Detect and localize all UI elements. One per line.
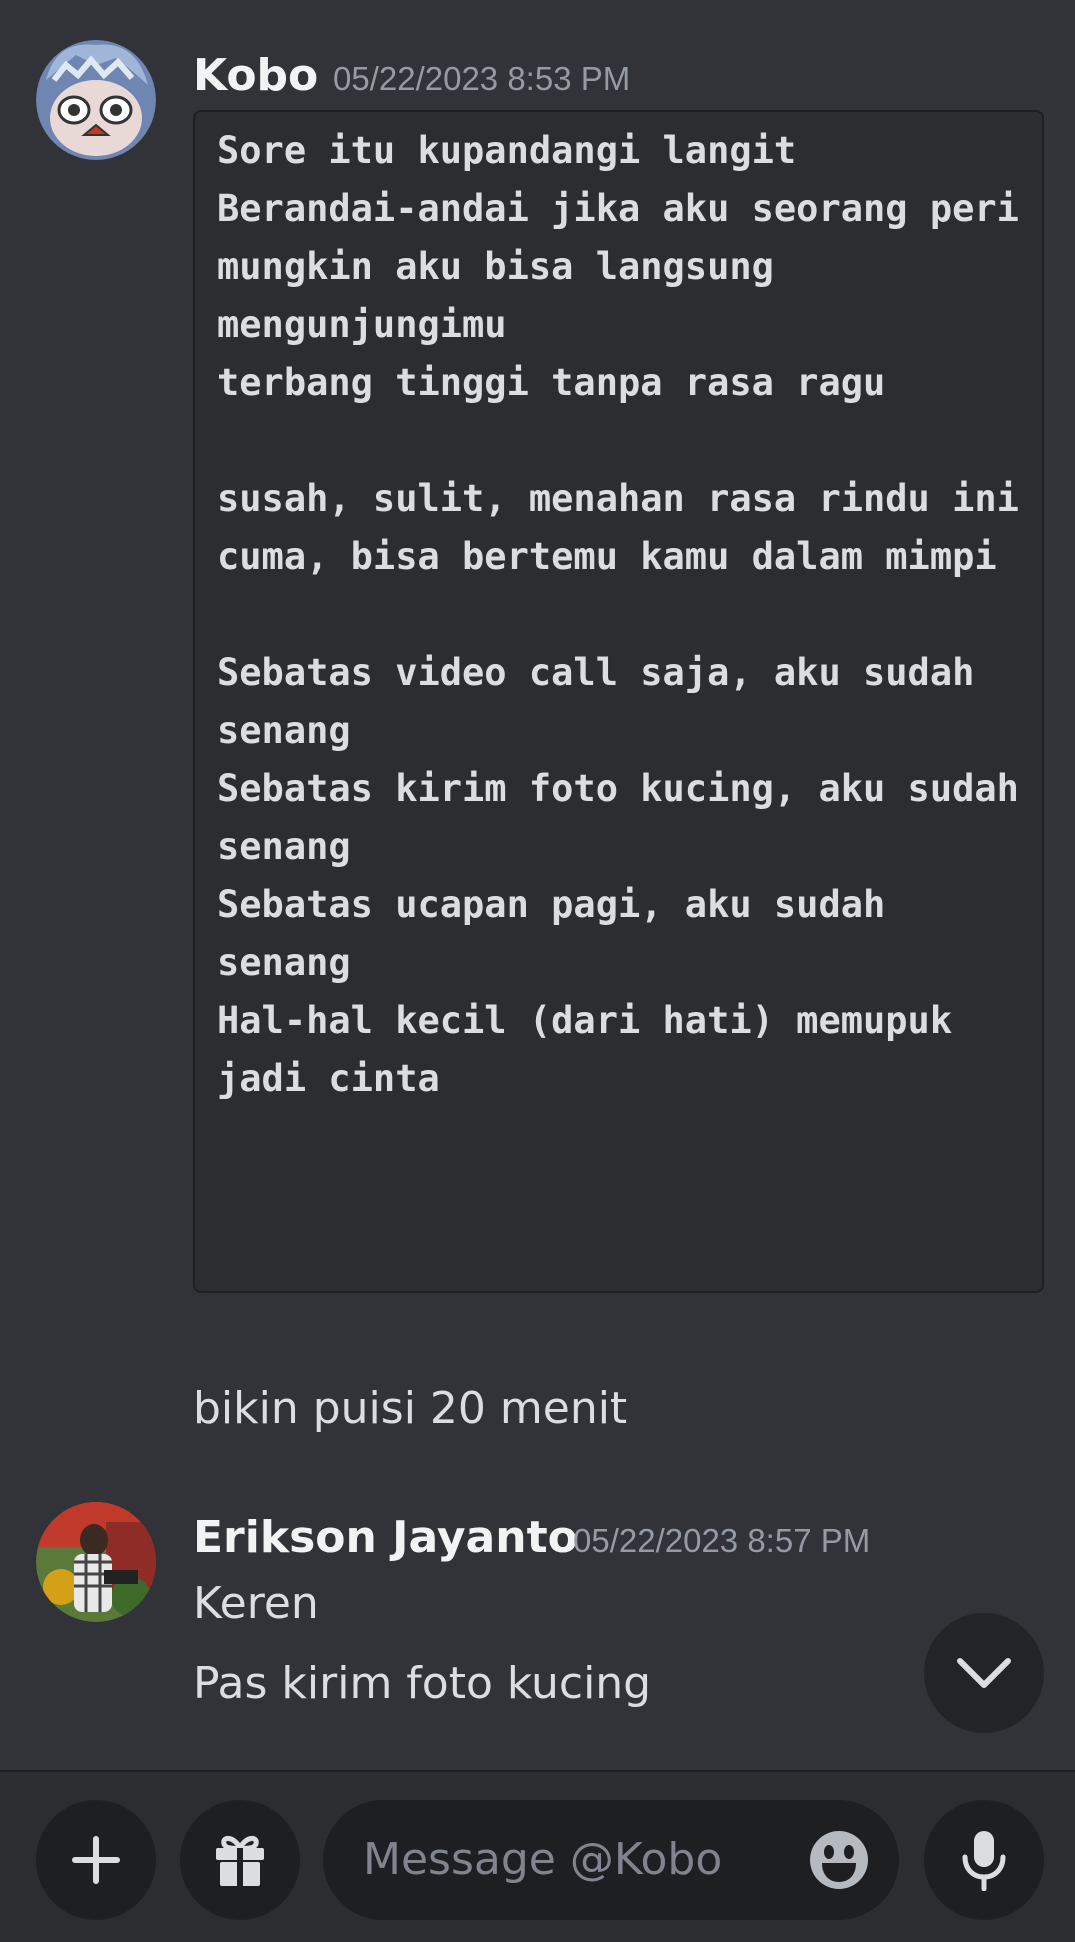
plus-icon	[72, 1836, 120, 1884]
jump-to-latest-button[interactable]	[924, 1613, 1044, 1733]
message-timestamp: 05/22/2023 8:57 PM	[573, 1522, 871, 1559]
author-name[interactable]: Kobo	[193, 50, 318, 101]
message-text: bikin puisi 20 menit	[193, 1383, 628, 1434]
composer-bar: Message @Kobo	[0, 1770, 1075, 1942]
gift-icon	[216, 1836, 264, 1886]
message-input[interactable]: Message @Kobo	[323, 1800, 899, 1920]
message-timestamp: 05/22/2023 8:53 PM	[333, 60, 631, 97]
author-name[interactable]: Erikson Jayanto	[193, 1512, 578, 1563]
chevron-down-icon	[957, 1658, 1011, 1688]
add-attachment-button[interactable]	[36, 1800, 156, 1920]
avatar-erikson[interactable]	[36, 1502, 156, 1622]
code-block-text: Sore itu kupandangi langit Berandai-anda…	[217, 129, 1019, 1100]
gift-button[interactable]	[180, 1800, 300, 1920]
message-input-placeholder: Message @Kobo	[363, 1834, 723, 1885]
chat-area[interactable]: Kobo 05/22/2023 8:53 PM Sore itu kupanda…	[0, 0, 1075, 1770]
voice-message-button[interactable]	[924, 1800, 1044, 1920]
code-block: Sore itu kupandangi langit Berandai-anda…	[193, 110, 1044, 1293]
microphone-icon	[962, 1831, 1006, 1891]
message-text: Pas kirim foto kucing	[193, 1658, 652, 1709]
avatar-kobo[interactable]	[36, 40, 156, 160]
emoji-icon[interactable]	[809, 1830, 869, 1890]
message-text: Keren	[193, 1578, 319, 1629]
